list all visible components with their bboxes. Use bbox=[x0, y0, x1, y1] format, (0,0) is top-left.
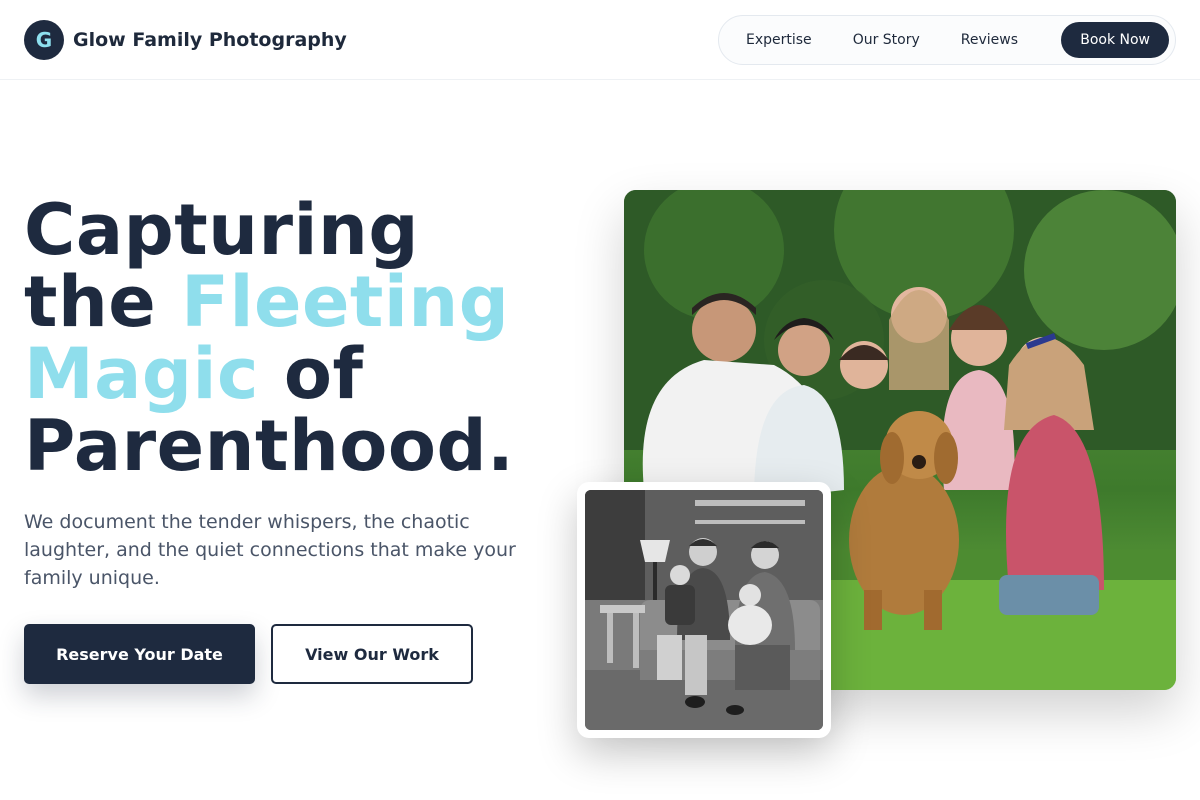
nav-link-expertise[interactable]: Expertise bbox=[729, 23, 829, 57]
headline-accent-word: Fleeting bbox=[181, 261, 510, 343]
site-header: G Glow Family Photography Expertise Our … bbox=[0, 0, 1200, 80]
headline-accent-word: Magic bbox=[24, 333, 259, 415]
reserve-date-button[interactable]: Reserve Your Date bbox=[24, 624, 255, 684]
brand-name[interactable]: Glow Family Photography bbox=[73, 29, 347, 51]
nav-link-our-story[interactable]: Our Story bbox=[836, 23, 937, 57]
headline-word: of bbox=[283, 333, 364, 415]
book-now-button[interactable]: Book Now bbox=[1061, 22, 1169, 58]
vintage-family-photo-illustration bbox=[585, 490, 823, 730]
nav-link-reviews[interactable]: Reviews bbox=[944, 23, 1035, 57]
headline-word: the bbox=[24, 261, 157, 343]
logo-icon[interactable]: G bbox=[24, 20, 64, 60]
headline-word: Capturing bbox=[24, 189, 419, 271]
vintage-family-photo-frame bbox=[577, 482, 831, 738]
vintage-family-photo bbox=[585, 490, 823, 730]
main-nav: Expertise Our Story Reviews Book Now bbox=[718, 15, 1176, 65]
brand[interactable]: G Glow Family Photography bbox=[24, 20, 347, 60]
headline-word: Parenthood. bbox=[24, 405, 515, 487]
view-work-button[interactable]: View Our Work bbox=[271, 624, 473, 684]
hero-subtitle: We document the tender whispers, the cha… bbox=[24, 511, 516, 589]
hero-headline: Capturing the Fleeting Magic of Parentho… bbox=[24, 194, 584, 482]
